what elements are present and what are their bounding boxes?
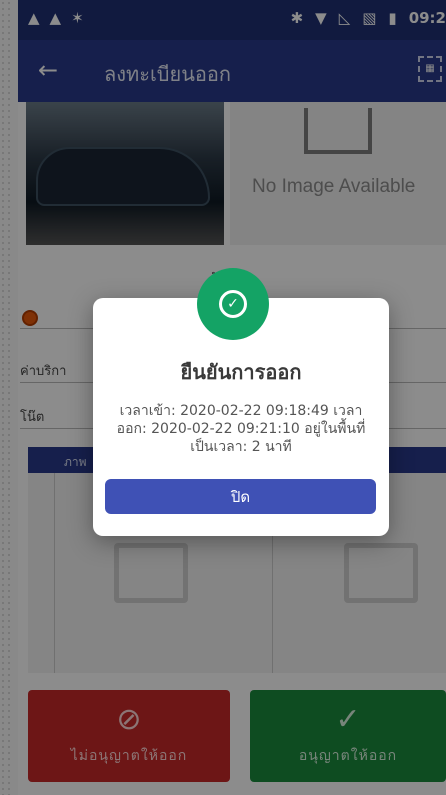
success-badge: ✓ <box>197 268 269 340</box>
dialog-title: ยืนยันการออก <box>180 360 302 384</box>
close-button[interactable]: ปิด <box>105 479 376 514</box>
check-icon: ✓ <box>219 290 247 318</box>
dialog-message: เวลาเข้า: 2020-02-22 09:18:49 เวลาออก: 2… <box>116 403 366 455</box>
